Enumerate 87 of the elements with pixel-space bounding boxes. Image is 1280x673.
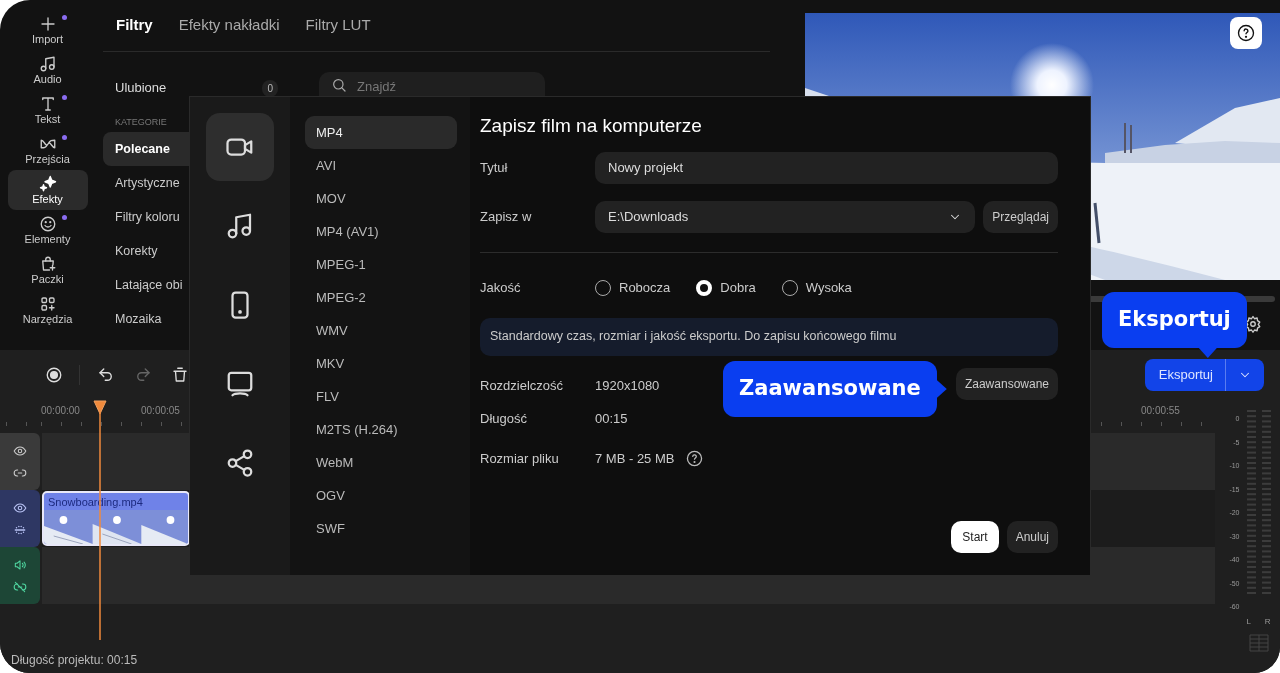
category-item[interactable]: Artystyczne [103, 166, 190, 200]
category-item[interactable]: Polecane [103, 132, 190, 166]
format-item[interactable]: OGV [305, 479, 457, 512]
format-item[interactable]: WMV [305, 314, 457, 347]
start-button[interactable]: Start [951, 521, 999, 553]
time-label: 00:00:00 [41, 404, 80, 418]
field-label: Zapisz w [480, 208, 533, 227]
sidebar-item[interactable]: Narzędzia [7, 290, 88, 330]
detail-value: 1920x1080 [595, 377, 660, 396]
detail-label: Rozdzielczość [480, 377, 565, 396]
favorites-label[interactable]: Ulubione [115, 78, 167, 98]
detail-value: 7 MB - 25 MB [595, 450, 675, 469]
help-button[interactable] [1230, 17, 1262, 49]
record-button[interactable] [45, 366, 63, 384]
unlink-icon [13, 579, 27, 594]
title-field[interactable]: Nowy projekt [595, 151, 1058, 184]
sidebar-item[interactable]: Przejścia [7, 130, 88, 170]
category-item[interactable]: Mozaika [103, 302, 190, 336]
browse-button[interactable]: Przeglądaj [983, 200, 1058, 233]
sidebar-item[interactable]: Tekst [7, 90, 88, 130]
delete-button[interactable] [171, 366, 189, 384]
sidebar-item[interactable]: Paczki [7, 250, 88, 290]
format-item[interactable]: MPEG-2 [305, 281, 457, 314]
format-item[interactable]: SWF [305, 512, 457, 545]
format-item[interactable]: FLV [305, 380, 457, 413]
sidebar-item[interactable]: Audio [7, 50, 88, 90]
detail-label: Długość [480, 410, 528, 429]
cancel-button[interactable]: Anuluj [1006, 521, 1058, 553]
export-button[interactable]: Eksportuj [1144, 359, 1225, 391]
time-label: 00:00:05 [141, 404, 180, 418]
advanced-button[interactable]: Zaawansowane [955, 367, 1058, 400]
format-item[interactable]: MOV [305, 182, 457, 215]
help-icon [1237, 24, 1255, 42]
category-tab[interactable] [206, 113, 274, 181]
field-label: Tytuł [480, 159, 509, 178]
detail-label: Rozmiar pliku [480, 450, 560, 469]
help-icon [686, 450, 704, 468]
channel-label: R [1264, 615, 1271, 628]
sparkle-icon [38, 174, 57, 193]
radio-label[interactable]: Dobra [720, 278, 756, 298]
monitor-icon [225, 369, 255, 399]
sidebar-item[interactable]: Import [7, 10, 88, 50]
category-item[interactable]: Korekty [103, 234, 190, 268]
record-icon [45, 366, 63, 384]
visibility-icon [13, 443, 27, 458]
format-item[interactable]: AVI [305, 149, 457, 182]
format-item[interactable]: MPEG-1 [305, 248, 457, 281]
format-item[interactable]: MP4 (AV1) [305, 215, 457, 248]
tab[interactable]: Efekty nakładki [165, 14, 293, 37]
format-item[interactable]: MP4 [305, 116, 457, 149]
search-field[interactable]: Znajdź [319, 72, 545, 97]
format-item[interactable]: M2TS (H.264) [305, 413, 457, 446]
smiley-icon [38, 214, 57, 233]
sidebar-item[interactable]: Efekty [7, 170, 88, 210]
callout: Zaawansowane [723, 361, 947, 417]
category-item[interactable]: Filtry koloru [103, 200, 190, 234]
folder-dropdown[interactable]: E:\Downloads [595, 200, 976, 233]
redo-icon [134, 366, 152, 384]
settings-icon[interactable] [1244, 315, 1262, 333]
trash-icon [171, 366, 189, 384]
export-options-button[interactable] [1225, 359, 1264, 391]
time-label: 00:00:55 [1141, 404, 1180, 418]
speaker-icon [13, 557, 27, 572]
plus-icon [38, 14, 57, 33]
section-heading: KATEGORIE [114, 116, 168, 129]
category-item[interactable]: Latające obi [103, 268, 190, 302]
callout: Eksportuj [1102, 292, 1247, 358]
radio-label[interactable]: Robocza [619, 278, 671, 298]
share-icon [225, 448, 255, 478]
format-item[interactable]: MKV [305, 347, 457, 380]
channel-label: L [1246, 615, 1251, 628]
tab[interactable]: Filtry [103, 14, 166, 37]
info-banner: Standardowy czas, rozmiar i jakość eksportu. Do zapisu końcowego filmu [480, 317, 1058, 356]
dialog-title: Zapisz film na komputerze [480, 115, 703, 138]
visibility-icon [13, 500, 27, 515]
field-label: Jakość [480, 279, 522, 298]
undo-icon [97, 366, 115, 384]
music-note-icon [38, 54, 57, 73]
count-badge: 0 [262, 79, 278, 97]
tab[interactable]: Filtry LUT [292, 14, 384, 37]
undo-button[interactable] [97, 366, 115, 384]
radio-label[interactable]: Wysoka [805, 278, 852, 298]
format-item[interactable]: WebM [305, 446, 457, 479]
grid-plus-icon [38, 294, 57, 313]
sidebar-item[interactable]: Elementy [7, 210, 88, 250]
detail-value: 00:15 [595, 410, 628, 429]
project-length: Długość projektu: 00:15 [10, 652, 139, 669]
